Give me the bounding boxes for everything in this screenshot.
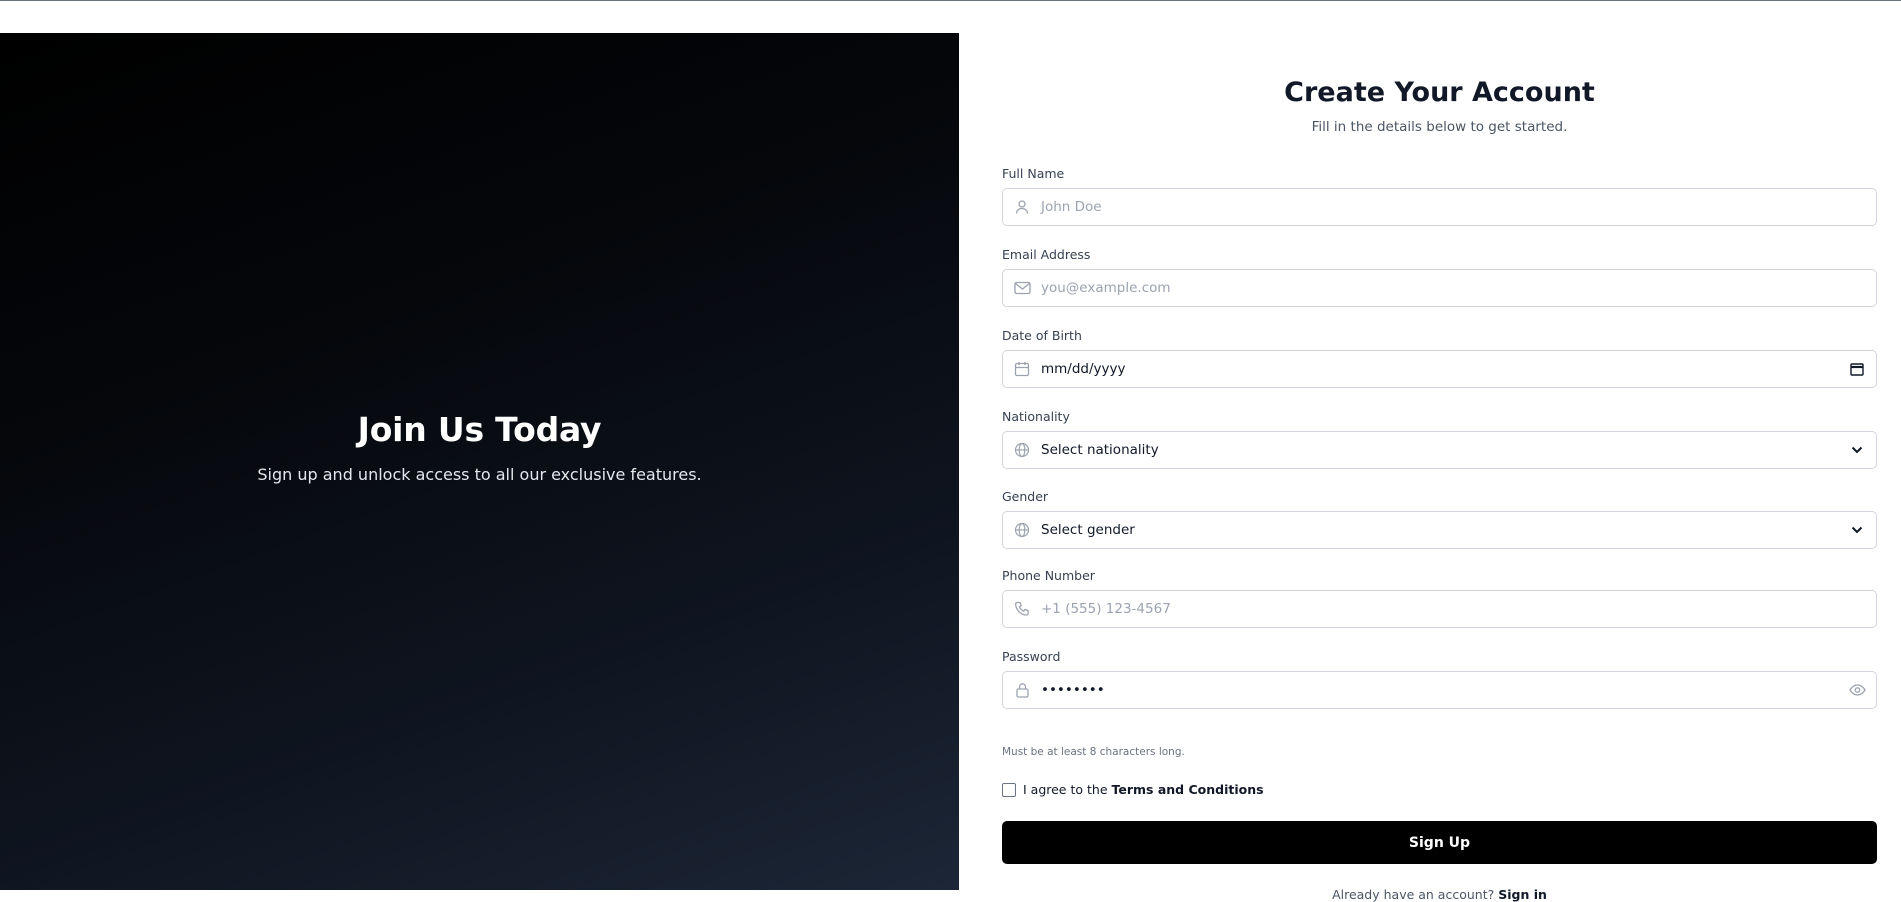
terms-agreement[interactable]: I agree to the Terms and Conditions: [1002, 782, 1264, 797]
email-placeholder: you@example.com: [1041, 280, 1171, 296]
browser-top-strip: [0, 0, 1901, 33]
nationality-select[interactable]: Select nationality: [1002, 431, 1877, 469]
dob-value: mm/dd/yyyy: [1041, 361, 1126, 377]
password-field: Password ••••••••: [1002, 649, 1877, 709]
phone-field: Phone Number +1 (555) 123-4567: [1002, 568, 1877, 628]
sign-in-link[interactable]: Sign in: [1498, 887, 1547, 902]
phone-label: Phone Number: [1002, 568, 1095, 583]
lock-icon: [1003, 672, 1041, 708]
chevron-down-icon: [1838, 432, 1876, 468]
gender-selected: Select gender: [1041, 522, 1135, 538]
email-field: Email Address you@example.com: [1002, 247, 1877, 307]
sign-in-text: Already have an account?: [1332, 887, 1495, 902]
terms-checkbox[interactable]: [1002, 782, 1016, 797]
hero-subtitle: Sign up and unlock access to all our exc…: [257, 464, 702, 484]
password-value: ••••••••: [1041, 682, 1105, 698]
form-subtitle: Fill in the details below to get started…: [1311, 119, 1568, 135]
dob-field: Date of Birth mm/dd/yyyy: [1002, 328, 1877, 388]
password-label: Password: [1002, 649, 1061, 664]
email-input[interactable]: you@example.com: [1002, 269, 1877, 307]
hero-title: Join Us Today: [357, 409, 602, 449]
sign-up-button[interactable]: Sign Up: [1002, 821, 1877, 864]
password-input[interactable]: ••••••••: [1002, 671, 1877, 709]
mail-icon: [1003, 270, 1041, 306]
nationality-label: Nationality: [1002, 409, 1070, 424]
signup-form-panel: Create Your Account Fill in the details …: [959, 33, 1901, 902]
nationality-selected: Select nationality: [1041, 442, 1159, 458]
full-name-label: Full Name: [1002, 166, 1065, 181]
globe-icon: [1003, 432, 1041, 468]
terms-text: I agree to the: [1023, 782, 1108, 797]
globe-icon: [1003, 512, 1041, 548]
hero-panel: Join Us Today Sign up and unlock access …: [0, 33, 959, 890]
full-name-input[interactable]: John Doe: [1002, 188, 1877, 226]
phone-icon: [1003, 591, 1041, 627]
gender-field: Gender Select gender: [1002, 489, 1877, 549]
gender-label: Gender: [1002, 489, 1049, 504]
nationality-field: Nationality Select nationality: [1002, 409, 1877, 469]
terms-link[interactable]: Terms and Conditions: [1112, 782, 1264, 797]
full-name-field: Full Name John Doe: [1002, 166, 1877, 226]
chevron-down-icon: [1838, 512, 1876, 548]
calendar-picker-icon[interactable]: [1838, 351, 1876, 387]
user-icon: [1003, 189, 1041, 225]
gender-select[interactable]: Select gender: [1002, 511, 1877, 549]
email-label: Email Address: [1002, 247, 1091, 262]
dob-label: Date of Birth: [1002, 328, 1082, 343]
calendar-icon: [1003, 351, 1041, 387]
form-title: Create Your Account: [1284, 77, 1595, 108]
eye-icon[interactable]: [1838, 672, 1876, 708]
dob-input[interactable]: mm/dd/yyyy: [1002, 350, 1877, 388]
phone-input[interactable]: +1 (555) 123-4567: [1002, 590, 1877, 628]
sign-in-prompt: Already have an account? Sign in: [1002, 887, 1877, 902]
full-name-placeholder: John Doe: [1041, 199, 1102, 215]
phone-placeholder: +1 (555) 123-4567: [1041, 601, 1171, 617]
password-hint: Must be at least 8 characters long.: [1002, 746, 1185, 758]
